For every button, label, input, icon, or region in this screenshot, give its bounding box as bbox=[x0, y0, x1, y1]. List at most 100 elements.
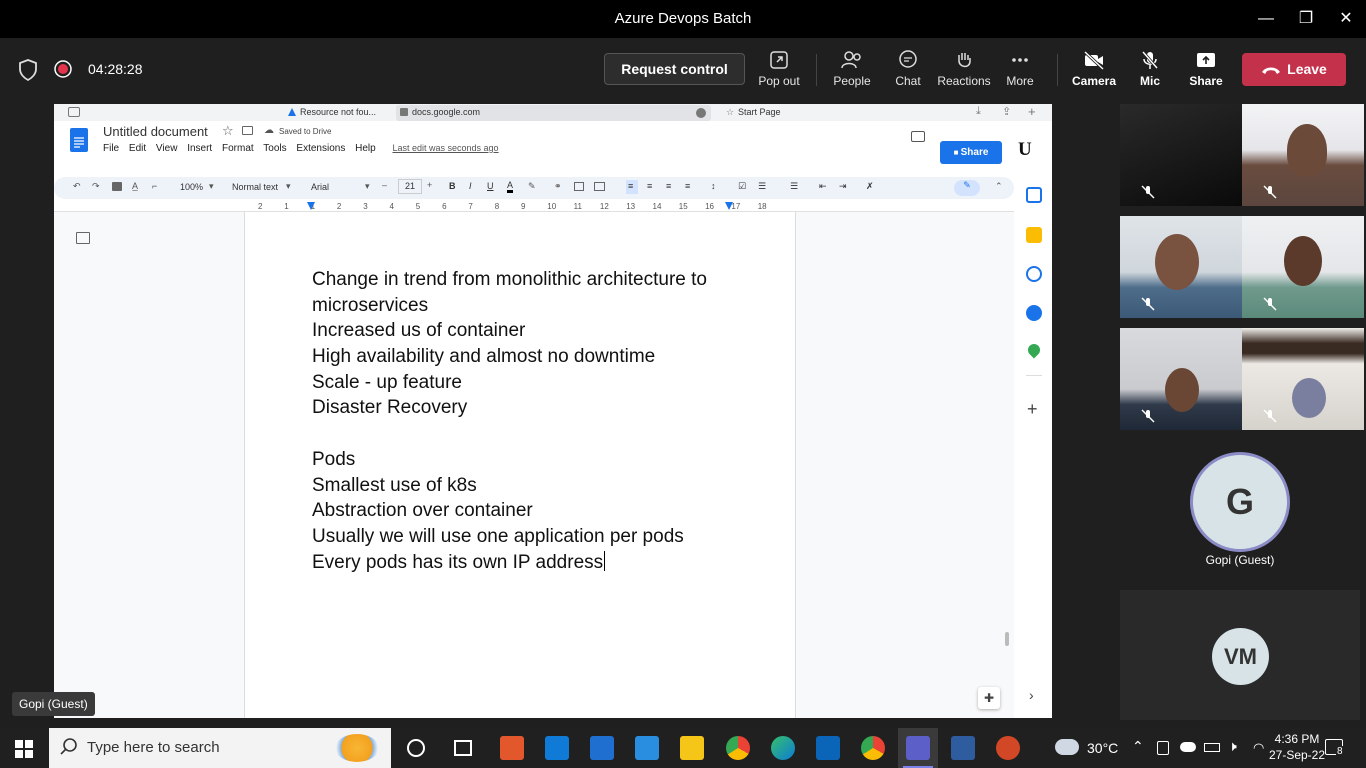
outline-icon[interactable] bbox=[76, 232, 90, 244]
tasks-icon[interactable] bbox=[1026, 266, 1042, 282]
meet-now-icon[interactable] bbox=[1157, 741, 1169, 755]
comments-icon[interactable] bbox=[911, 131, 925, 142]
menu-view[interactable]: View bbox=[156, 143, 178, 154]
doc-line[interactable]: Scale - up feature bbox=[312, 370, 707, 396]
minimize-button[interactable]: — bbox=[1255, 8, 1277, 30]
decrease-indent-icon[interactable]: ⇤ bbox=[819, 181, 827, 192]
justify-icon[interactable]: ≡ bbox=[685, 181, 690, 191]
store-icon[interactable] bbox=[545, 736, 569, 760]
line-spacing-icon[interactable]: ↕ bbox=[711, 181, 716, 191]
people-button[interactable]: People bbox=[824, 50, 880, 88]
italic-icon[interactable]: I bbox=[469, 181, 472, 191]
image-icon[interactable] bbox=[594, 182, 605, 191]
download-icon[interactable]: ⤓ bbox=[976, 105, 981, 118]
font-size-input[interactable]: 21 bbox=[398, 179, 422, 194]
clock-time[interactable]: 4:36 PM bbox=[1270, 732, 1324, 746]
reactions-button[interactable]: Reactions bbox=[936, 50, 992, 88]
bulleted-list-icon[interactable]: ☰ bbox=[758, 181, 766, 192]
doc-title[interactable]: Untitled document bbox=[103, 124, 208, 139]
doc-line[interactable]: Disaster Recovery bbox=[312, 395, 707, 421]
more-button[interactable]: More bbox=[992, 50, 1048, 88]
onedrive-icon[interactable] bbox=[1180, 742, 1196, 752]
scrollbar-thumb[interactable] bbox=[1005, 632, 1009, 646]
spellcheck-icon[interactable]: A̲ bbox=[132, 181, 138, 191]
temperature[interactable]: 30°C bbox=[1087, 740, 1118, 756]
browser-tab-active[interactable]: docs.google.com bbox=[396, 105, 711, 121]
font-select[interactable]: Arial bbox=[311, 182, 329, 192]
wifi-icon[interactable]: ◠ bbox=[1253, 740, 1264, 756]
share-button[interactable]: Share bbox=[1178, 50, 1234, 88]
cortana-icon[interactable] bbox=[407, 739, 425, 757]
weather-icon[interactable] bbox=[1055, 739, 1079, 755]
outlook-icon[interactable] bbox=[816, 736, 840, 760]
document-body[interactable]: Change in trend from monolithic architec… bbox=[312, 267, 707, 575]
new-tab-icon[interactable]: + bbox=[1028, 104, 1036, 119]
underline-icon[interactable]: U bbox=[487, 181, 494, 191]
close-button[interactable]: ✕ bbox=[1335, 8, 1357, 30]
camera-button[interactable]: Camera bbox=[1066, 50, 1122, 88]
taskbar-search[interactable]: Type here to search bbox=[49, 728, 391, 768]
app-icon[interactable] bbox=[635, 736, 659, 760]
font-size-decrease-icon[interactable]: – bbox=[382, 180, 387, 190]
popout-button[interactable]: Pop out bbox=[751, 50, 807, 88]
menu-file[interactable]: File bbox=[103, 143, 119, 154]
volume-icon[interactable]: 🕨 bbox=[1228, 738, 1237, 755]
doc-line[interactable]: Change in trend from monolithic architec… bbox=[312, 267, 707, 293]
comment-icon[interactable] bbox=[574, 182, 584, 191]
menu-help[interactable]: Help bbox=[355, 143, 376, 154]
doc-blank-line[interactable] bbox=[312, 421, 707, 447]
menu-extensions[interactable]: Extensions bbox=[296, 143, 345, 154]
video-tile[interactable] bbox=[1120, 216, 1242, 318]
share-doc-button[interactable]: ■ Share bbox=[940, 141, 1002, 164]
move-folder-icon[interactable] bbox=[242, 126, 253, 135]
maps-icon[interactable] bbox=[1025, 341, 1043, 359]
editing-mode-icon[interactable]: ✎ bbox=[954, 180, 980, 196]
add-addon-icon[interactable]: + bbox=[1027, 399, 1038, 420]
paint-format-icon[interactable]: ⌐ bbox=[152, 181, 157, 191]
doc-line[interactable]: Smallest use of k8s bbox=[312, 473, 707, 499]
edge-icon[interactable] bbox=[771, 736, 795, 760]
numbered-list-icon[interactable]: ☰ bbox=[790, 181, 798, 192]
video-tile[interactable] bbox=[1242, 216, 1364, 318]
video-tile[interactable] bbox=[1120, 328, 1242, 430]
redo-icon[interactable]: ↷ bbox=[92, 181, 100, 192]
menu-tools[interactable]: Tools bbox=[263, 143, 286, 154]
video-tile[interactable] bbox=[1242, 328, 1364, 430]
account-avatar[interactable]: U bbox=[1018, 139, 1032, 161]
zoom-select[interactable]: 100% bbox=[180, 182, 203, 192]
participant-avatar-g[interactable]: G bbox=[1190, 452, 1290, 552]
doc-line[interactable]: High availability and almost no downtime bbox=[312, 344, 707, 370]
checklist-icon[interactable]: ☑ bbox=[738, 181, 746, 192]
doc-line[interactable]: microservices bbox=[312, 293, 707, 319]
video-tile[interactable] bbox=[1120, 104, 1242, 206]
document-page[interactable]: Change in trend from monolithic architec… bbox=[244, 212, 796, 718]
link-icon[interactable]: ⚭ bbox=[554, 181, 562, 192]
undo-icon[interactable]: ↶ bbox=[73, 181, 81, 192]
mic-button[interactable]: Mic bbox=[1122, 50, 1178, 88]
calendar-icon[interactable] bbox=[1026, 187, 1042, 203]
chevron-up-icon[interactable]: ⌃ bbox=[995, 181, 1003, 192]
sidebar-toggle-icon[interactable] bbox=[68, 107, 80, 117]
chevron-right-icon[interactable]: › bbox=[1029, 687, 1034, 703]
file-explorer-icon[interactable] bbox=[680, 736, 704, 760]
restore-button[interactable]: ❐ bbox=[1295, 8, 1317, 30]
doc-line[interactable]: Pods bbox=[312, 447, 707, 473]
doc-line[interactable]: Increased us of container bbox=[312, 318, 707, 344]
keep-icon[interactable] bbox=[1026, 227, 1042, 243]
chat-button[interactable]: Chat bbox=[880, 50, 936, 88]
bold-icon[interactable]: B bbox=[449, 181, 456, 191]
options-icon[interactable] bbox=[696, 108, 706, 118]
clock-date[interactable]: 27-Sep-22 bbox=[1268, 748, 1326, 762]
windows-start-icon[interactable] bbox=[15, 740, 33, 761]
font-size-increase-icon[interactable]: + bbox=[427, 180, 432, 190]
chrome-icon[interactable] bbox=[726, 736, 750, 760]
menu-edit[interactable]: Edit bbox=[129, 143, 146, 154]
contacts-icon[interactable] bbox=[1026, 305, 1042, 321]
doc-line[interactable]: Every pods has its own IP address bbox=[312, 550, 707, 576]
battery-icon[interactable] bbox=[1204, 743, 1220, 752]
chevron-up-icon[interactable]: ⌃ bbox=[1132, 738, 1144, 755]
teams-icon[interactable] bbox=[906, 736, 930, 760]
app-icon-2[interactable] bbox=[951, 736, 975, 760]
mail-icon[interactable] bbox=[590, 736, 614, 760]
star-icon[interactable]: ☆ bbox=[222, 123, 234, 139]
